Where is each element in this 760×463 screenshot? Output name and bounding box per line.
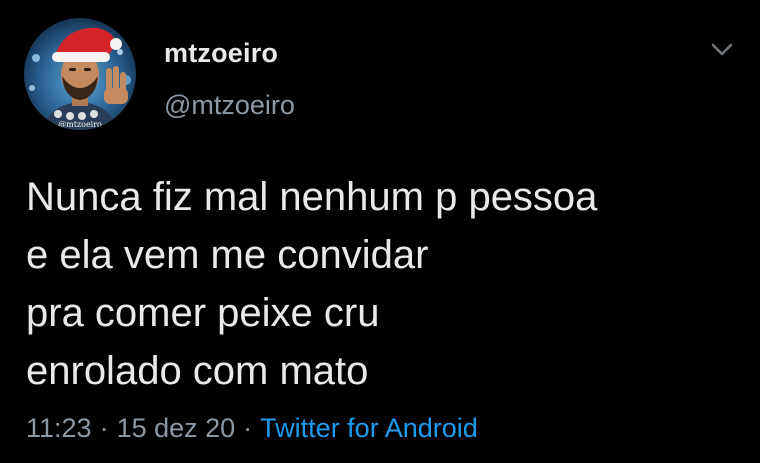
- avatar-image: @mtzoeiro: [24, 18, 136, 130]
- tweet-date[interactable]: 15 dez 20: [117, 413, 236, 443]
- tweet-text: Nunca fiz mal nenhum p pessoa e ela vem …: [26, 168, 746, 400]
- user-handle[interactable]: @mtzoeiro: [164, 90, 295, 121]
- tweet-time[interactable]: 11:23: [26, 413, 92, 443]
- svg-text:@mtzoeiro: @mtzoeiro: [58, 120, 102, 129]
- meta-separator: ·: [99, 413, 109, 443]
- chevron-down-icon: [711, 43, 733, 56]
- tweet-text-line: e ela vem me convidar: [26, 233, 429, 277]
- tweet-text-line: pra comer peixe cru: [26, 291, 380, 335]
- tweet-meta: 11:23 · 15 dez 20 · Twitter for Android: [26, 413, 478, 444]
- meta-separator: ·: [243, 413, 253, 443]
- display-name[interactable]: mtzoeiro: [164, 38, 278, 69]
- tweet-text-line: enrolado com mato: [26, 349, 369, 393]
- more-options-button[interactable]: [704, 36, 740, 64]
- tweet-card: @mtzoeiro mtzoeiro @mtzoeiro Nunca fiz m…: [0, 0, 760, 463]
- avatar[interactable]: @mtzoeiro: [24, 18, 136, 130]
- tweet-text-line: Nunca fiz mal nenhum p pessoa: [26, 175, 598, 219]
- tweet-source-link[interactable]: Twitter for Android: [260, 413, 478, 443]
